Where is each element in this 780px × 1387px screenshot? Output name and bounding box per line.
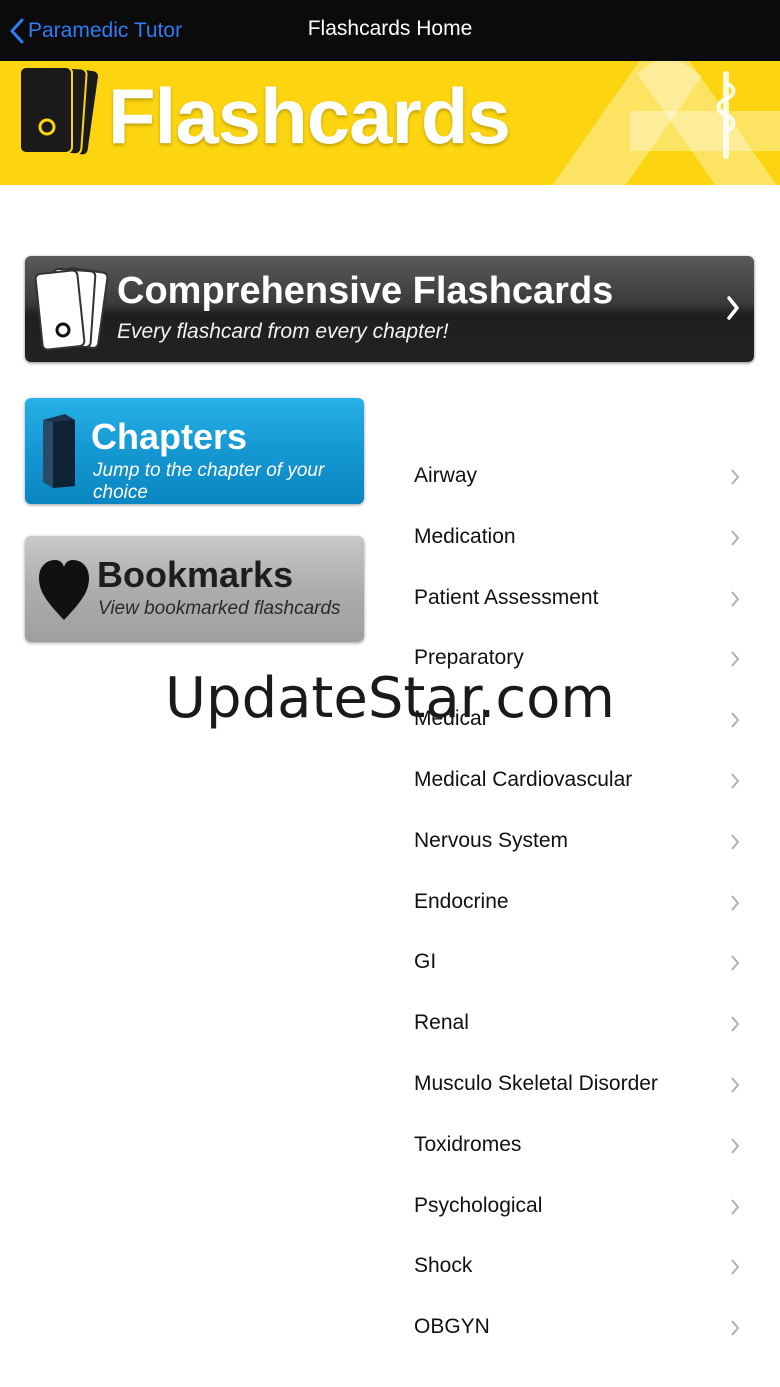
chapter-row-airway[interactable]: Airway bbox=[400, 447, 780, 508]
chapter-row-toxidromes[interactable]: Toxidromes bbox=[400, 1116, 780, 1177]
chevron-right-icon bbox=[731, 1016, 740, 1032]
chevron-right-icon bbox=[731, 590, 740, 607]
heart-icon bbox=[39, 560, 89, 620]
comprehensive-subtitle: Every flashcard from every chapter! bbox=[117, 320, 449, 343]
chevron-right-icon bbox=[731, 1077, 740, 1093]
banner-title: Flashcards bbox=[108, 72, 511, 160]
flashcards-banner: Flashcards bbox=[0, 61, 780, 185]
chevron-right-icon bbox=[731, 1259, 740, 1276]
chapters-subtitle: Jump to the chapter of your choice bbox=[93, 460, 325, 503]
chevron-right-icon bbox=[731, 1198, 740, 1215]
chapter-label: Airway bbox=[414, 464, 478, 487]
chapter-row-gi[interactable]: GI bbox=[400, 933, 780, 994]
chevron-right-icon bbox=[731, 1320, 740, 1336]
chapter-row-nervous-system[interactable]: Nervous System bbox=[400, 812, 780, 873]
page-title: Flashcards Home bbox=[307, 17, 473, 40]
chapter-label: GI bbox=[414, 950, 437, 974]
chapter-row-endocrine[interactable]: Endocrine bbox=[400, 873, 780, 934]
chevron-right-icon bbox=[731, 894, 740, 911]
comprehensive-title: Comprehensive Flashcards bbox=[117, 270, 614, 312]
chapter-row-patient-assessment[interactable]: Patient Assessment bbox=[400, 569, 780, 630]
chevron-right-icon bbox=[731, 955, 740, 972]
chapter-row-renal[interactable]: Renal bbox=[400, 994, 780, 1055]
chapters-button[interactable]: Chapters Jump to the chapter of your cho… bbox=[25, 398, 364, 504]
chapter-row-medication[interactable]: Medication bbox=[400, 508, 780, 569]
chapter-label: Medication bbox=[414, 524, 516, 548]
chapters-title: Chapters bbox=[91, 416, 248, 457]
chevron-right-icon bbox=[731, 530, 740, 546]
chevron-right-icon bbox=[731, 834, 740, 850]
chapter-label: Musculo Skeletal Disorder bbox=[414, 1071, 658, 1095]
watermark: UpdateStar.com bbox=[165, 666, 615, 731]
star-of-life-staff-icon bbox=[716, 71, 736, 159]
comprehensive-flashcards-button[interactable]: Comprehensive Flashcards Every flashcard… bbox=[25, 256, 754, 362]
chapter-label: Medical Cardiovascular bbox=[414, 767, 633, 791]
bookmarks-subtitle: View bookmarked flashcards bbox=[98, 598, 341, 619]
chapter-label: Shock bbox=[414, 1254, 473, 1278]
bookmarks-button[interactable]: Bookmarks View bookmarked flashcards bbox=[25, 536, 364, 642]
chapter-label: Patient Assessment bbox=[414, 585, 599, 609]
chapter-row-medical-cardiovascular[interactable]: Medical Cardiovascular bbox=[400, 751, 780, 812]
chapter-label: Toxidromes bbox=[414, 1132, 522, 1156]
flashcards-icon bbox=[19, 63, 100, 157]
chapter-label: Endocrine bbox=[414, 889, 509, 913]
chapter-row-shock[interactable]: Shock bbox=[400, 1237, 780, 1298]
flashcards-icon bbox=[35, 267, 109, 351]
navigation-bar: Paramedic Tutor Flashcards Home bbox=[0, 0, 780, 61]
chapter-list: Airway Medication Patient Assessment Pre… bbox=[400, 447, 780, 1359]
chapter-label: Renal bbox=[414, 1011, 469, 1035]
chevron-right-icon bbox=[731, 1138, 740, 1154]
chapter-row-musculo-skeletal-disorder[interactable]: Musculo Skeletal Disorder bbox=[400, 1055, 780, 1116]
chevron-right-icon bbox=[727, 296, 739, 320]
bookmarks-title: Bookmarks bbox=[97, 554, 294, 595]
chapter-row-obgyn[interactable]: OBGYN bbox=[400, 1298, 780, 1359]
chapter-label: OBGYN bbox=[414, 1315, 490, 1339]
chevron-right-icon bbox=[731, 773, 740, 789]
chapter-label: Psychological bbox=[414, 1193, 543, 1217]
chevron-right-icon bbox=[731, 469, 740, 485]
book-icon bbox=[43, 414, 75, 488]
chapter-row-psychological[interactable]: Psychological bbox=[400, 1177, 780, 1238]
chapter-label: Nervous System bbox=[414, 828, 569, 852]
